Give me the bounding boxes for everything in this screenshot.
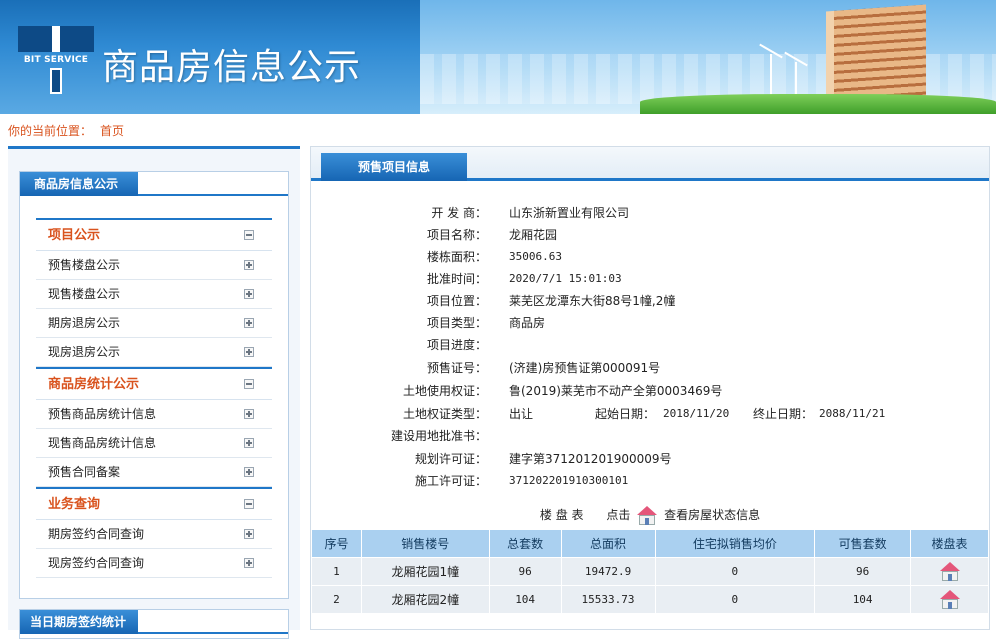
lp-prefix: 楼 盘 表 bbox=[539, 508, 584, 522]
sidebar-item-presale-list[interactable]: 预售楼盘公示 bbox=[36, 251, 272, 280]
building-table-cell bbox=[910, 585, 989, 614]
table-header-row: 序号 销售楼号 总套数 总面积 住宅拟销售均价 可售套数 楼盘表 bbox=[311, 529, 989, 558]
field-location: 项目位置： 莱芜区龙潭东大街88号1幢,2幢 bbox=[426, 294, 676, 308]
field-type: 项目类型： 商品房 bbox=[426, 316, 546, 330]
col-total-area: 总面积 bbox=[560, 529, 656, 558]
building-table-cell bbox=[910, 557, 989, 586]
field-progress: 项目进度： bbox=[426, 338, 487, 352]
main-panel: 预售项目信息 开 发 商： 山东浙新置业有限公司 项目名称： 龙厢花园 楼栋面积… bbox=[310, 146, 990, 630]
breadcrumb-home-link[interactable]: 首页 bbox=[100, 124, 124, 138]
breadcrumb-label: 你的当前位置： bbox=[8, 124, 93, 138]
sidebar: 商品房信息公示 项目公示 预售楼盘公示 现售楼盘公示 期房退房公示 现房退房公示… bbox=[8, 146, 300, 639]
logo: BIT SERVICE bbox=[18, 26, 94, 96]
sidebar-item-spot-contract-query[interactable]: 现房签约合同查询 bbox=[36, 549, 272, 578]
sidebar-item-presale-stats[interactable]: 预售商品房统计信息 bbox=[36, 400, 272, 429]
sidebar-menu: 项目公示 预售楼盘公示 现售楼盘公示 期房退房公示 现房退房公示 商品房统计公示… bbox=[36, 218, 272, 578]
expand-icon[interactable] bbox=[244, 558, 254, 568]
col-available: 可售套数 bbox=[814, 529, 912, 558]
house-icon[interactable] bbox=[937, 561, 963, 583]
table-row: 1 龙厢花园1幢 96 19472.9 0 96 bbox=[311, 557, 989, 586]
end-date-label: 终止日期： bbox=[753, 407, 814, 421]
field-land-type: 土地权证类型： 出让 起始日期： 2018/11/20 终止日期： 2088/1… bbox=[311, 404, 989, 424]
tab-bar: 预售项目信息 bbox=[311, 147, 989, 181]
expand-icon[interactable] bbox=[244, 347, 254, 357]
collapse-icon[interactable] bbox=[244, 379, 254, 389]
col-building: 销售楼号 bbox=[360, 529, 490, 558]
sidebar-item-future-return[interactable]: 期房退房公示 bbox=[36, 309, 272, 338]
tab-presale-info[interactable]: 预售项目信息 bbox=[321, 153, 467, 181]
expand-icon[interactable] bbox=[244, 260, 254, 270]
house-icon[interactable] bbox=[937, 589, 963, 611]
start-date: 2018/11/20 bbox=[663, 407, 730, 420]
sidebar-box: 商品房信息公示 项目公示 预售楼盘公示 现售楼盘公示 期房退房公示 现房退房公示… bbox=[19, 171, 289, 599]
expand-icon[interactable] bbox=[244, 289, 254, 299]
field-project-name: 项目名称： 龙厢花园 bbox=[426, 228, 558, 242]
expand-icon[interactable] bbox=[244, 438, 254, 448]
collapse-icon[interactable] bbox=[244, 499, 254, 509]
banner-grass bbox=[640, 94, 996, 114]
sidebar-box2-title: 当日期房签约统计 bbox=[20, 610, 138, 634]
lp-click: 点击 bbox=[606, 508, 631, 522]
collapse-icon[interactable] bbox=[244, 230, 254, 240]
lp-suffix[interactable]: 查看房屋状态信息 bbox=[664, 508, 760, 522]
building-table-link: 楼 盘 表 点击 查看房屋状态信息 bbox=[311, 503, 989, 527]
field-land-approval: 建设用地批准书： bbox=[390, 429, 487, 443]
field-construction-permit: 施工许可证： 371202201910300101 bbox=[414, 474, 629, 488]
field-plan-permit: 规划许可证： 建字第371201201900009号 bbox=[414, 452, 672, 466]
sidebar-box-title: 商品房信息公示 bbox=[20, 172, 138, 196]
field-presale-cert: 预售证号： (济建)房预售证第000091号 bbox=[426, 361, 661, 375]
field-approve-time: 批准时间： 2020/7/1 15:01:03 bbox=[426, 272, 622, 286]
expand-icon[interactable] bbox=[244, 409, 254, 419]
sidebar-item-spot-list[interactable]: 现售楼盘公示 bbox=[36, 280, 272, 309]
col-total-units: 总套数 bbox=[488, 529, 562, 558]
sidebar-box-daily-stats: 当日期房签约统计 bbox=[19, 609, 289, 639]
house-icon[interactable] bbox=[634, 505, 660, 527]
start-date-label: 起始日期： bbox=[595, 407, 656, 421]
sidebar-item-future-contract-query[interactable]: 期房签约合同查询 bbox=[36, 520, 272, 549]
expand-icon[interactable] bbox=[244, 318, 254, 328]
expand-icon[interactable] bbox=[244, 529, 254, 539]
col-index: 序号 bbox=[311, 529, 362, 558]
header-banner: BIT SERVICE 商品房信息公示 bbox=[0, 0, 996, 114]
sidebar-item-spot-stats[interactable]: 现售商品房统计信息 bbox=[36, 429, 272, 458]
logo-text: BIT SERVICE bbox=[23, 55, 89, 65]
expand-icon[interactable] bbox=[244, 467, 254, 477]
sidebar-item-contract-record[interactable]: 预售合同备案 bbox=[36, 458, 272, 487]
sidebar-group-query[interactable]: 业务查询 bbox=[36, 487, 272, 520]
table-row: 2 龙厢花园2幢 104 15533.73 0 104 bbox=[311, 585, 989, 614]
site-title: 商品房信息公示 bbox=[102, 47, 362, 88]
sidebar-item-spot-return[interactable]: 现房退房公示 bbox=[36, 338, 272, 367]
field-developer: 开 发 商： 山东浙新置业有限公司 bbox=[431, 206, 630, 220]
field-building-area: 楼栋面积： 35006.63 bbox=[426, 250, 562, 264]
sidebar-group-stats[interactable]: 商品房统计公示 bbox=[36, 367, 272, 400]
col-building-table: 楼盘表 bbox=[910, 529, 989, 558]
sales-table: 序号 销售楼号 总套数 总面积 住宅拟销售均价 可售套数 楼盘表 1 龙厢花园1… bbox=[311, 529, 989, 614]
end-date: 2088/11/21 bbox=[819, 407, 886, 420]
col-avg-price: 住宅拟销售均价 bbox=[654, 529, 816, 558]
field-land-right: 土地使用权证： 鲁(2019)莱芜市不动产全第0003469号 bbox=[402, 384, 723, 398]
breadcrumb: 你的当前位置： 首页 bbox=[8, 122, 124, 139]
sidebar-group-project[interactable]: 项目公示 bbox=[36, 218, 272, 251]
